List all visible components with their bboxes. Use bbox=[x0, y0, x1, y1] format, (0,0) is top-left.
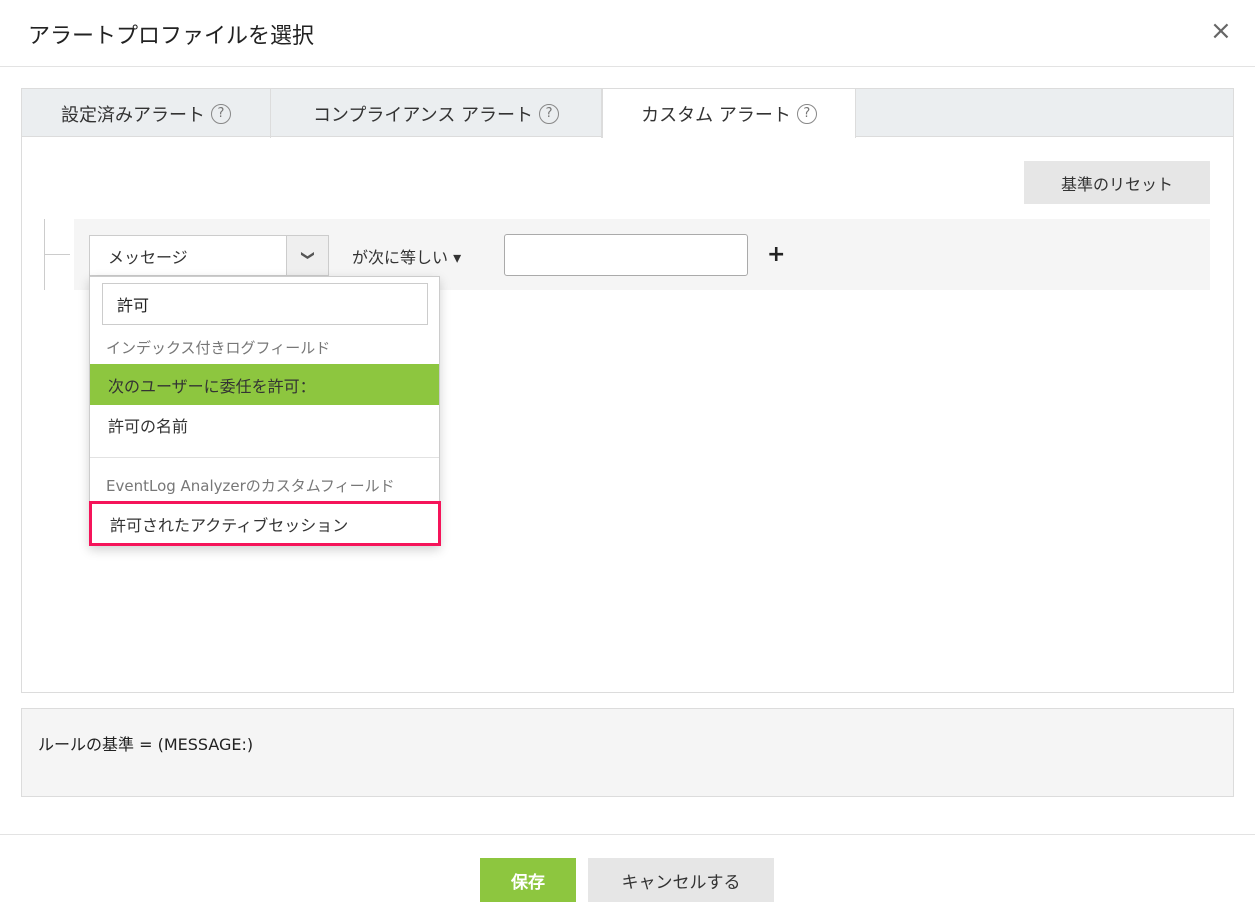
tab-label: コンプライアンス アラート bbox=[312, 104, 534, 126]
chevron-down-icon[interactable]: ❯ bbox=[286, 236, 328, 275]
save-button[interactable]: 保存 bbox=[480, 858, 576, 902]
dropdown-option[interactable]: 許可の名前 bbox=[90, 404, 439, 445]
cancel-button[interactable]: キャンセルする bbox=[588, 858, 774, 902]
field-dropdown: インデックス付きログフィールド 次のユーザーに委任を許可： 許可の名前 Even… bbox=[89, 276, 441, 546]
field-select[interactable]: メッセージ ❯ bbox=[89, 235, 329, 276]
tab-compliance-alerts[interactable]: コンプライアンス アラート? bbox=[271, 89, 602, 138]
help-icon[interactable]: ? bbox=[211, 103, 231, 124]
group-header-custom: EventLog Analyzerのカスタムフィールド bbox=[106, 477, 395, 495]
dropdown-option[interactable]: 次のユーザーに委任を許可： bbox=[90, 364, 439, 405]
field-select-value: メッセージ bbox=[108, 247, 188, 267]
divider bbox=[90, 457, 439, 458]
tree-branch bbox=[44, 254, 70, 255]
help-icon[interactable]: ? bbox=[796, 103, 817, 124]
dialog-title: アラートプロファイルを選択 bbox=[28, 24, 315, 49]
value-input[interactable] bbox=[504, 234, 748, 276]
reset-criteria-button[interactable]: 基準のリセット bbox=[1024, 161, 1210, 204]
tab-custom-alerts[interactable]: カスタム アラート? bbox=[602, 89, 856, 138]
group-header-indexed: インデックス付きログフィールド bbox=[106, 339, 331, 357]
operator-select[interactable]: が次に等しい ▾ bbox=[352, 244, 461, 268]
add-criteria-icon[interactable]: + bbox=[767, 242, 785, 267]
dropdown-search-input[interactable] bbox=[102, 283, 428, 325]
tab-configured-alerts[interactable]: 設定済みアラート? bbox=[22, 89, 271, 138]
divider bbox=[0, 66, 1255, 67]
close-icon[interactable]: × bbox=[1210, 16, 1232, 46]
divider bbox=[0, 834, 1255, 835]
tab-label: 設定済みアラート bbox=[61, 104, 205, 126]
rule-criteria-text: ルールの基準 = (MESSAGE:) bbox=[21, 708, 1234, 797]
tab-label: カスタム アラート bbox=[641, 104, 791, 126]
help-icon[interactable]: ? bbox=[539, 103, 560, 124]
chevron-glyph: ❯ bbox=[300, 250, 315, 261]
dropdown-option-highlighted[interactable]: 許可されたアクティブセッション bbox=[89, 501, 441, 546]
